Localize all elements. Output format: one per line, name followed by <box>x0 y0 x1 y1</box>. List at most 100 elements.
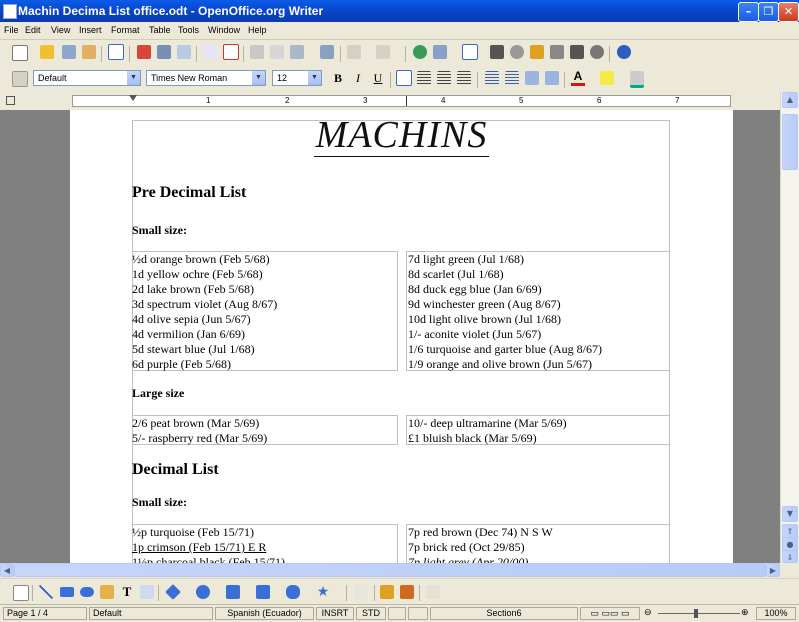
menu-window[interactable]: Window <box>208 25 240 35</box>
scroll-down-button[interactable]: ▼ <box>782 506 798 522</box>
scrollbar-thumb[interactable] <box>14 563 766 577</box>
close-button[interactable]: ✕ <box>778 2 799 22</box>
vertical-scrollbar[interactable]: ▲ ▼ ⇑ ● ⇓ <box>780 92 799 563</box>
line-icon[interactable] <box>39 585 53 599</box>
horizontal-ruler[interactable]: 1 2 3 4 5 6 7 <box>0 92 799 110</box>
stars-icon[interactable]: ★ <box>316 585 330 599</box>
page-indicator[interactable]: Page 1 / 4 <box>3 607 87 620</box>
background-color-icon[interactable] <box>630 71 644 88</box>
symbol-shapes-icon[interactable] <box>196 585 210 599</box>
zoom-out-icon[interactable]: ⊖ <box>644 607 652 618</box>
styles-formatting-icon[interactable] <box>12 71 28 87</box>
undo-icon[interactable] <box>347 45 361 59</box>
paragraph-style-select[interactable]: Default ▼ <box>33 70 141 86</box>
format-paintbrush-icon[interactable] <box>320 45 334 59</box>
zoom-percent[interactable]: 100% <box>756 607 796 620</box>
zoom-slider[interactable]: ⊖ ⊕ <box>642 607 754 620</box>
scroll-left-button[interactable]: ◀ <box>0 563 14 577</box>
document-page[interactable]: MACHINS Pre Decimal List Small size: ½d … <box>70 110 733 563</box>
next-page-button[interactable]: ⇓ <box>782 550 798 563</box>
page-preview-icon[interactable] <box>177 45 191 59</box>
menu-format[interactable]: Format <box>111 25 140 35</box>
zoom-slider-thumb[interactable] <box>694 609 698 618</box>
indent-marker[interactable] <box>129 95 137 101</box>
numbering-icon[interactable] <box>485 71 499 85</box>
view-layout-buttons[interactable]: ▭ ▭▭ ▭ <box>580 607 640 620</box>
font-color-button[interactable]: A <box>571 69 585 86</box>
fontwork-gallery-icon[interactable] <box>400 585 414 599</box>
text-icon[interactable]: T <box>120 585 134 599</box>
copy-icon[interactable] <box>270 45 284 59</box>
points-icon[interactable] <box>354 585 368 599</box>
bold-button[interactable]: B <box>331 71 345 85</box>
document-canvas[interactable]: MACHINS Pre Decimal List Small size: ½d … <box>0 110 780 563</box>
table-icon[interactable] <box>433 45 447 59</box>
open-folder-icon[interactable] <box>40 45 54 59</box>
tab-stop-marker[interactable] <box>406 96 407 106</box>
freeform-icon[interactable] <box>100 585 114 599</box>
section-indicator[interactable]: Section6 <box>430 607 578 620</box>
callout-shapes-icon[interactable] <box>286 585 300 599</box>
chevron-down-icon[interactable]: ▼ <box>127 71 140 85</box>
navigator-icon[interactable] <box>510 45 524 59</box>
find-replace-icon[interactable] <box>490 45 504 59</box>
zoom-icon[interactable] <box>590 45 604 59</box>
document-modified-indicator[interactable] <box>388 607 406 620</box>
scrollbar-thumb[interactable] <box>782 114 798 170</box>
scroll-right-button[interactable]: ▶ <box>766 563 780 577</box>
save-icon[interactable] <box>62 45 76 59</box>
export-pdf-icon[interactable] <box>137 45 151 59</box>
new-document-icon[interactable] <box>12 45 28 61</box>
nonprinting-characters-icon[interactable] <box>570 45 584 59</box>
menu-tools[interactable]: Tools <box>178 25 199 35</box>
digital-signature-indicator[interactable] <box>408 607 428 620</box>
menu-help[interactable]: Help <box>248 25 267 35</box>
align-right-icon[interactable] <box>437 71 451 85</box>
flowchart-icon[interactable] <box>256 585 270 599</box>
help-icon[interactable] <box>617 45 631 59</box>
zoom-in-icon[interactable]: ⊕ <box>741 607 749 618</box>
menu-file[interactable]: File <box>4 25 19 35</box>
rectangle-icon[interactable] <box>60 587 74 597</box>
edit-file-icon[interactable] <box>108 44 124 60</box>
tab-type-icon[interactable] <box>6 96 15 105</box>
horizontal-scrollbar[interactable]: ◀ ▶ <box>0 563 780 577</box>
menu-view[interactable]: View <box>51 25 70 35</box>
gallery-icon[interactable] <box>530 45 544 59</box>
select-icon[interactable] <box>13 585 29 601</box>
autospellcheck-icon[interactable] <box>223 44 239 60</box>
block-arrows-icon[interactable] <box>226 585 240 599</box>
increase-indent-icon[interactable] <box>545 71 559 85</box>
chevron-down-icon[interactable]: ▼ <box>308 71 321 85</box>
menu-insert[interactable]: Insert <box>79 25 102 35</box>
decrease-indent-icon[interactable] <box>525 71 539 85</box>
title-bar[interactable]: Machin Decima List office.odt - OpenOffi… <box>0 0 799 22</box>
maximize-button[interactable]: ❐ <box>758 2 779 22</box>
hyperlink-icon[interactable] <box>413 45 427 59</box>
menu-edit[interactable]: Edit <box>25 25 41 35</box>
menu-table[interactable]: Table <box>149 25 171 35</box>
basic-shapes-icon[interactable] <box>165 584 181 600</box>
redo-icon[interactable] <box>376 45 390 59</box>
italic-button[interactable]: I <box>351 71 365 85</box>
from-file-icon[interactable] <box>380 585 394 599</box>
align-center-icon[interactable] <box>417 71 431 85</box>
selection-mode-indicator[interactable]: STD <box>356 607 386 620</box>
show-draw-functions-icon[interactable] <box>462 44 478 60</box>
justify-icon[interactable] <box>457 71 471 85</box>
print-icon[interactable] <box>157 45 171 59</box>
page-style-indicator[interactable]: Default <box>89 607 213 620</box>
spellcheck-icon[interactable] <box>203 45 217 59</box>
paste-icon[interactable] <box>290 45 304 59</box>
bullets-icon[interactable] <box>505 71 519 85</box>
chevron-down-icon[interactable]: ▼ <box>252 71 265 85</box>
cut-icon[interactable] <box>250 45 264 59</box>
email-icon[interactable] <box>82 45 96 59</box>
extrusion-icon[interactable] <box>426 585 440 599</box>
highlighting-icon[interactable] <box>600 71 614 85</box>
data-sources-icon[interactable] <box>550 45 564 59</box>
minimize-button[interactable]: – <box>738 2 759 22</box>
scroll-up-button[interactable]: ▲ <box>782 92 798 108</box>
align-left-icon[interactable] <box>396 70 412 86</box>
ellipse-icon[interactable] <box>80 587 94 597</box>
